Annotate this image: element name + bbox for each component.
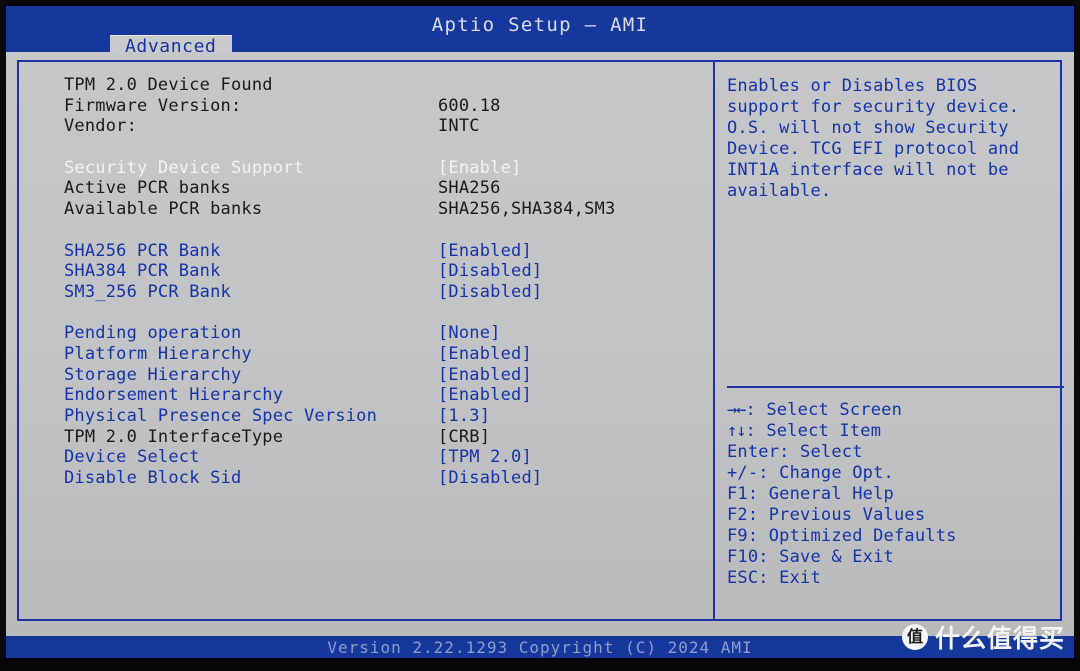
settings-row-label: Firmware Version:: [64, 95, 242, 116]
settings-group-spacer: [64, 220, 704, 241]
settings-row-value[interactable]: SHA256,SHA384,SM3: [438, 199, 615, 219]
key-legend-label: F9: Optimized Defaults: [727, 526, 957, 546]
key-legend-label: Enter: Select: [727, 442, 863, 462]
settings-row-value[interactable]: [TPM 2.0]: [438, 447, 532, 467]
settings-row[interactable]: Physical Presence Spec Version [1.3]: [64, 406, 704, 427]
settings-row-value[interactable]: [1.3]: [438, 406, 490, 426]
panel-vertical-divider: [713, 60, 715, 621]
settings-row[interactable]: Pending operation [None]: [64, 323, 704, 344]
settings-row-label: SHA256 PCR Bank: [64, 240, 221, 261]
settings-row-label: Storage Hierarchy: [64, 364, 242, 385]
help-text-line: support for security device.: [727, 97, 1020, 117]
help-text-line: O.S. will not show Security: [727, 118, 1009, 138]
key-legend-line: ↑↓: Select Item: [727, 421, 1063, 442]
settings-row-label: TPM 2.0 Device Found: [64, 75, 273, 95]
settings-row-label: Available PCR banks: [64, 199, 263, 220]
settings-row[interactable]: Storage Hierarchy [Enabled]: [64, 365, 704, 386]
key-legend-label: F1: General Help: [727, 484, 894, 504]
settings-row-label: Device Select: [64, 447, 200, 468]
key-legend-label: +/-: Change Opt.: [727, 463, 894, 483]
settings-row[interactable]: SHA384 PCR Bank [Disabled]: [64, 261, 704, 282]
settings-row-label: TPM 2.0 InterfaceType: [64, 426, 284, 447]
settings-row-value[interactable]: [Disabled]: [438, 282, 542, 302]
key-legend-line: ESC: Exit: [727, 568, 1063, 589]
settings-row[interactable]: Platform Hierarchy [Enabled]: [64, 344, 704, 365]
settings-row[interactable]: Endorsement Hierarchy [Enabled]: [64, 385, 704, 406]
monitor-bezel-bottom: [0, 658, 1080, 671]
settings-row-label: SHA384 PCR Bank: [64, 261, 221, 282]
watermark: 值 什么值得买: [902, 620, 1065, 654]
watermark-badge-icon: 值: [902, 624, 928, 650]
key-legend-line: F9: Optimized Defaults: [727, 526, 1063, 547]
settings-row[interactable]: TPM 2.0 InterfaceType [CRB]: [64, 427, 704, 448]
arrow-keys-icon: ↑↓: [727, 421, 747, 441]
settings-row[interactable]: Device Select [TPM 2.0]: [64, 447, 704, 468]
key-legend-line: F2: Previous Values: [727, 505, 1063, 526]
settings-row-label: Disable Block Sid: [64, 468, 242, 489]
settings-row-value[interactable]: [Enabled]: [438, 365, 532, 385]
key-legend-line: F1: General Help: [727, 484, 1063, 505]
settings-row-value[interactable]: [CRB]: [438, 427, 490, 447]
settings-group-spacer: [64, 303, 704, 324]
key-legend-label: : Select Item: [745, 421, 882, 441]
settings-row-label: Physical Presence Spec Version: [64, 406, 378, 426]
key-legend-line: →←: Select Screen: [727, 400, 1063, 421]
watermark-label: 什么值得买: [935, 624, 1066, 653]
help-text-line: INT1A interface will not be: [727, 160, 1009, 180]
settings-row[interactable]: Disable Block Sid [Disabled]: [64, 468, 704, 489]
settings-row-value[interactable]: INTC: [438, 116, 480, 136]
key-legend-label: F2: Previous Values: [727, 505, 926, 525]
key-legend-label: ESC: Exit: [727, 568, 821, 588]
help-panel: Enables or Disables BIOS support for secu…: [727, 76, 1057, 202]
arrow-keys-icon: →←: [727, 400, 747, 420]
settings-row-label: Vendor:: [64, 116, 138, 137]
settings-row[interactable]: Firmware Version: 600.18: [64, 96, 704, 117]
help-separator: [727, 386, 1064, 388]
settings-row-value[interactable]: [Disabled]: [438, 468, 542, 488]
settings-row-value[interactable]: [None]: [438, 323, 501, 343]
settings-row[interactable]: SHA256 PCR Bank [Enabled]: [64, 241, 704, 262]
help-text-line: Enables or Disables BIOS: [727, 76, 978, 96]
key-legend-label: : Select Screen: [745, 400, 903, 420]
settings-row-label: Active PCR banks: [64, 178, 231, 199]
content-area: TPM 2.0 Device Found Firmware Version: 600…: [6, 52, 1074, 636]
settings-row[interactable]: Active PCR banks SHA256: [64, 178, 704, 199]
bios-screen: Aptio Setup – AMI Advanced TPM 2.0 Devic…: [0, 0, 1080, 671]
app-title: Aptio Setup – AMI: [431, 14, 649, 36]
title-bar: Aptio Setup – AMI Advanced: [6, 6, 1074, 58]
help-text-line: available.: [727, 181, 832, 201]
settings-row[interactable]: SM3_256 PCR Bank [Disabled]: [64, 282, 704, 303]
settings-row[interactable]: Available PCR banks SHA256,SHA384,SM3: [64, 199, 704, 220]
help-text-line: Device. TCG EFI protocol and: [727, 139, 1020, 159]
settings-row-label: Security Device Support: [64, 157, 305, 178]
settings-row-label: Platform Hierarchy: [64, 343, 252, 364]
settings-row-label: Endorsement Hierarchy: [64, 385, 284, 406]
key-legend-line: F10: Save & Exit: [727, 547, 1063, 568]
settings-row-value[interactable]: SHA256: [438, 178, 501, 198]
settings-row-label: SM3_256 PCR Bank: [64, 281, 231, 302]
settings-row-value[interactable]: [Enabled]: [438, 385, 532, 405]
settings-row-value[interactable]: [Enable]: [438, 158, 521, 178]
settings-row-selected[interactable]: Security Device Support [Enable]: [64, 158, 704, 179]
key-legend-line: Enter: Select: [727, 442, 1063, 463]
key-legend-label: F10: Save & Exit: [727, 547, 894, 567]
settings-row-label: Pending operation: [64, 323, 242, 344]
settings-group-spacer: [64, 137, 704, 158]
settings-row[interactable]: Vendor: INTC: [64, 116, 704, 137]
settings-row-value[interactable]: [Disabled]: [438, 261, 542, 281]
settings-list: TPM 2.0 Device Found Firmware Version: 600…: [64, 75, 704, 489]
key-legend-line: +/-: Change Opt.: [727, 463, 1063, 484]
settings-row-value[interactable]: [Enabled]: [438, 344, 532, 364]
settings-row: TPM 2.0 Device Found: [64, 75, 704, 96]
key-legend: →←: Select Screen ↑↓: Select Item Enter: S…: [727, 400, 1063, 589]
settings-row-value[interactable]: [Enabled]: [438, 241, 532, 261]
settings-row-value[interactable]: 600.18: [438, 96, 501, 116]
